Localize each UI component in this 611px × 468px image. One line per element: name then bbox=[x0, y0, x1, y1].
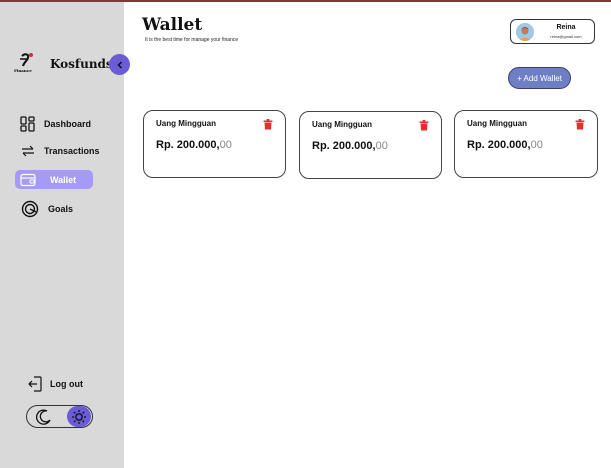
sidebar-item-label: Goals bbox=[48, 204, 74, 214]
wallet-amount: Rp. 200.000,00 bbox=[156, 139, 232, 151]
trash-icon[interactable] bbox=[419, 118, 429, 131]
wallet-card[interactable]: Uang Mingguan Rp. 200.000,00 bbox=[454, 110, 598, 178]
wallet-amount-cents: 00 bbox=[530, 139, 543, 151]
collapse-sidebar-button[interactable] bbox=[109, 54, 130, 75]
profile-email: reina@gmail.com bbox=[550, 34, 582, 39]
dashboard-icon bbox=[20, 116, 36, 132]
sidebar-item-transactions[interactable]: Transactions bbox=[20, 143, 100, 159]
wallet-amount-cents: 00 bbox=[219, 139, 232, 151]
wallet-card[interactable]: Uang Mingguan Rp. 200.000,00 bbox=[143, 110, 286, 178]
wallet-amount-main: Rp. 200.000, bbox=[312, 140, 376, 152]
brand[interactable]: Finance Kosfunds bbox=[14, 52, 113, 76]
sidebar-item-goals[interactable]: Goals bbox=[20, 200, 73, 218]
wallet-amount-main: Rp. 200.000, bbox=[156, 139, 220, 151]
theme-toggle[interactable] bbox=[26, 405, 93, 428]
page-subtitle: It is the best time for manage your fina… bbox=[145, 37, 239, 43]
sidebar-item-dashboard[interactable]: Dashboard bbox=[20, 116, 91, 132]
sidebar-item-wallet[interactable]: Wallet bbox=[20, 172, 76, 188]
brand-logo-icon: Finance bbox=[14, 52, 40, 76]
transactions-icon bbox=[20, 143, 36, 159]
logout-label: Log out bbox=[50, 379, 83, 389]
sun-icon[interactable] bbox=[67, 406, 91, 427]
profile-name: Reina bbox=[556, 24, 576, 31]
brand-logo-text: Finance bbox=[14, 68, 32, 73]
page-title: Wallet bbox=[142, 15, 203, 35]
sidebar-item-label: Transactions bbox=[44, 146, 100, 156]
sidebar: Finance Kosfunds Dashboard Transactions bbox=[0, 2, 130, 468]
wallet-amount-main: Rp. 200.000, bbox=[467, 139, 531, 151]
logout-icon bbox=[28, 376, 42, 392]
wallet-icon bbox=[20, 172, 36, 188]
wallet-amount: Rp. 200.000,00 bbox=[467, 139, 543, 151]
wallet-name: Uang Mingguan bbox=[156, 119, 216, 128]
wallet-amount: Rp. 200.000,00 bbox=[312, 140, 388, 152]
wallet-amount-cents: 00 bbox=[375, 140, 388, 152]
sidebar-item-label: Dashboard bbox=[44, 119, 92, 129]
brand-name: Kosfunds bbox=[50, 57, 113, 71]
wallet-name: Uang Mingguan bbox=[467, 119, 527, 128]
trash-icon[interactable] bbox=[263, 117, 273, 130]
moon-icon[interactable] bbox=[35, 408, 53, 426]
profile-card[interactable]: Reina reina@gmail.com bbox=[510, 19, 595, 44]
trash-icon[interactable] bbox=[575, 117, 585, 130]
add-wallet-button[interactable]: + Add Wallet bbox=[508, 67, 571, 89]
goals-icon bbox=[20, 200, 40, 218]
chevron-left-icon bbox=[116, 60, 122, 69]
sidebar-item-label: Wallet bbox=[50, 175, 77, 185]
logout-button[interactable]: Log out bbox=[28, 376, 83, 392]
wallet-name: Uang Mingguan bbox=[312, 120, 372, 129]
avatar bbox=[516, 23, 534, 41]
wallet-card[interactable]: Uang Mingguan Rp. 200.000,00 bbox=[299, 111, 442, 179]
